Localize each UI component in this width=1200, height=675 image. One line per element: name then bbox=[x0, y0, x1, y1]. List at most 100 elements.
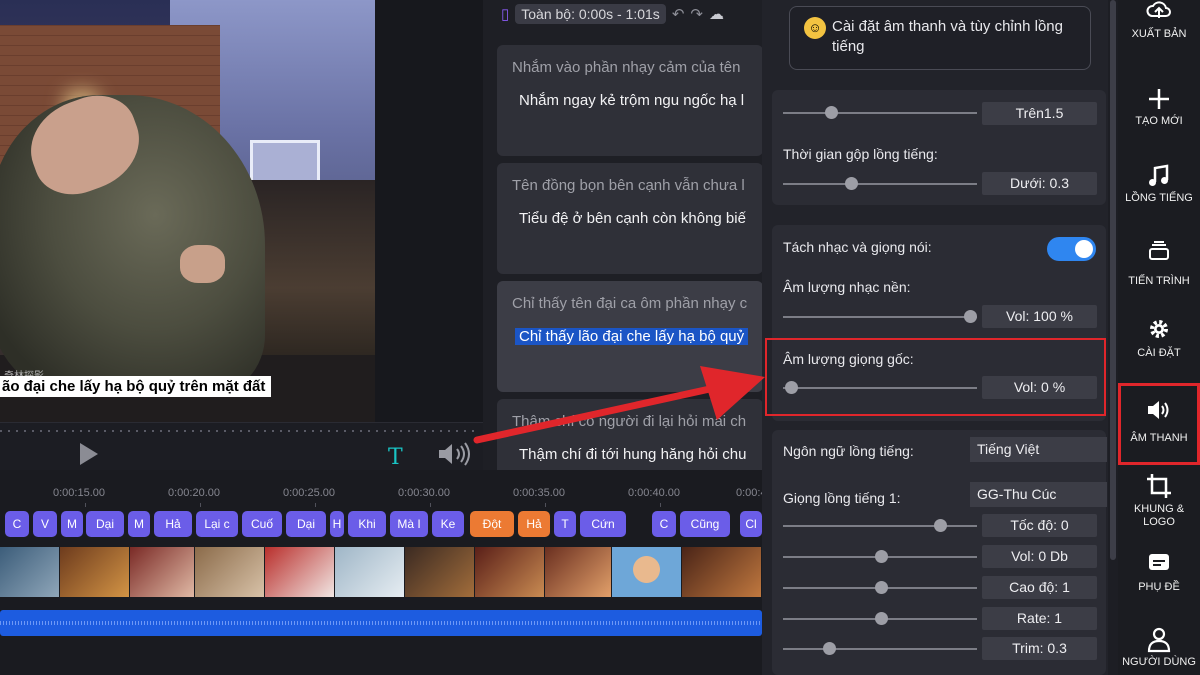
subtitle-clip[interactable]: C bbox=[652, 511, 676, 537]
voice-select[interactable]: GG-Thu Cúc bbox=[970, 482, 1107, 507]
subtitle-clip[interactable]: Lại c bbox=[196, 511, 238, 537]
pitch-value[interactable]: Cao độ: 1 bbox=[982, 576, 1097, 599]
tick-mark bbox=[85, 503, 86, 507]
subtitle-clip[interactable]: H bbox=[330, 511, 344, 537]
panel-scrollbar[interactable] bbox=[1108, 0, 1118, 675]
speaker-icon bbox=[1148, 401, 1169, 419]
audio-track[interactable] bbox=[0, 610, 762, 636]
volume-slider[interactable] bbox=[783, 550, 977, 563]
merge-time-value[interactable]: Dưới: 0.3 bbox=[982, 172, 1097, 195]
scrollbar-thumb[interactable] bbox=[1110, 0, 1116, 560]
slider-knob[interactable] bbox=[964, 310, 977, 323]
subtitle-clip[interactable]: Cl bbox=[740, 511, 762, 537]
trim-value[interactable]: Trim: 0.3 bbox=[982, 637, 1097, 660]
right-nav-rail: XUẤT BẢN TẠO MỚI LỒNG TIẾNG TIẾN TRÌNH C… bbox=[1118, 0, 1200, 675]
dub-language-select[interactable]: Tiếng Việt bbox=[970, 437, 1107, 462]
subtitle-clip[interactable]: Cũng bbox=[680, 511, 730, 537]
timeline-tick: 0:00:15.00 bbox=[53, 487, 105, 499]
rate-slider[interactable] bbox=[783, 612, 977, 625]
separate-toggle[interactable] bbox=[1047, 237, 1096, 261]
speed-slider[interactable] bbox=[783, 519, 977, 532]
video-thumbnail bbox=[130, 547, 195, 597]
nav-settings[interactable]: CÀI ĐẶT bbox=[1118, 315, 1200, 385]
nav-progress[interactable]: TIẾN TRÌNH bbox=[1118, 238, 1200, 308]
video-thumbnail bbox=[195, 547, 265, 597]
dubbing-timing-card: Trên1.5 Thời gian gộp lồng tiếng: Dưới: … bbox=[772, 90, 1106, 205]
timeline-tick: 0:00:20.00 bbox=[168, 487, 220, 499]
voice-settings-card: Ngôn ngữ lồng tiếng: Tiếng Việt Giọng lồ… bbox=[772, 430, 1107, 675]
slider-knob[interactable] bbox=[875, 581, 888, 594]
subtitle-clip-highlighted[interactable]: Hả bbox=[518, 511, 550, 537]
slider-knob[interactable] bbox=[845, 177, 858, 190]
video-thumbnail-track[interactable] bbox=[0, 547, 762, 597]
bg-music-slider[interactable] bbox=[783, 310, 977, 323]
cloud-icon[interactable]: ☁ bbox=[709, 5, 724, 23]
nav-label: CÀI ĐẶT bbox=[1137, 347, 1181, 359]
subtitle-clip[interactable]: Mà I bbox=[390, 511, 428, 537]
nav-frame-logo[interactable]: KHUNG & LOGO bbox=[1118, 470, 1200, 540]
transcript-segment[interactable]: Nhắm vào phần nhạy cảm của tên Nhắm ngay… bbox=[497, 45, 763, 156]
time-range-chip[interactable]: Toàn bộ: 0:00s - 1:01s bbox=[515, 4, 666, 24]
subtitle-clip-highlighted[interactable]: Đột bbox=[470, 511, 514, 537]
subtitle-clip[interactable]: Hả bbox=[154, 511, 192, 537]
subtitle-clip[interactable]: Cứn bbox=[580, 511, 626, 537]
video-thumbnail bbox=[545, 547, 612, 597]
subtitle-clip[interactable]: T bbox=[554, 511, 576, 537]
nav-user[interactable]: NGƯỜI DÙNG bbox=[1118, 622, 1200, 675]
subtitle-clip[interactable]: Khi bbox=[348, 511, 386, 537]
transcript-segment-active[interactable]: Chỉ thấy tên đại ca ôm phần nhạy c Chỉ t… bbox=[497, 281, 763, 392]
subtitle-clip[interactable]: M bbox=[128, 511, 150, 537]
pitch-slider[interactable] bbox=[783, 581, 977, 594]
slider-knob[interactable] bbox=[825, 106, 838, 119]
nav-label: TIẾN TRÌNH bbox=[1128, 275, 1190, 287]
rate-value[interactable]: Rate: 1 bbox=[982, 607, 1097, 630]
speed-limit-value[interactable]: Trên1.5 bbox=[982, 102, 1097, 125]
video-preview[interactable]: 奇林探影 ão đại che lấy hạ bộ quỷ trên mặt đ… bbox=[0, 0, 375, 422]
nav-label: PHỤ ĐỀ bbox=[1138, 581, 1180, 593]
transcript-segment[interactable]: Tên đồng bọn bên cạnh vẫn chưa l Tiểu đệ… bbox=[497, 163, 763, 274]
nav-new[interactable]: TẠO MỚI bbox=[1118, 85, 1200, 155]
speed-value[interactable]: Tốc độ: 0 bbox=[982, 514, 1097, 537]
nav-dubbing[interactable]: LỒNG TIẾNG bbox=[1118, 162, 1200, 232]
transcript-segment[interactable]: Thậm chí có người đi lại hỏi mãi ch Thậm… bbox=[497, 399, 763, 470]
tick-mark bbox=[545, 503, 546, 507]
video-progress-track[interactable] bbox=[0, 430, 480, 432]
subtitle-clip[interactable]: C bbox=[5, 511, 29, 537]
subtitle-clip[interactable]: Dại bbox=[86, 511, 124, 537]
subtitle-clip[interactable]: Ke bbox=[432, 511, 464, 537]
volume-value[interactable]: Vol: 0 Db bbox=[982, 545, 1097, 568]
play-icon[interactable] bbox=[80, 443, 98, 465]
subtitle-clip[interactable]: Cuố bbox=[242, 511, 282, 537]
slider-knob[interactable] bbox=[875, 550, 888, 563]
speed-limit-slider[interactable] bbox=[783, 106, 977, 119]
segment-source: Thậm chí có người đi lại hỏi mãi ch bbox=[512, 413, 747, 430]
merge-time-slider[interactable] bbox=[783, 177, 977, 190]
nav-publish[interactable]: XUẤT BẢN bbox=[1118, 0, 1200, 70]
nav-audio-active[interactable]: ÂM THANH bbox=[1118, 383, 1200, 465]
slider-knob[interactable] bbox=[875, 612, 888, 625]
timeline-tick: 0:00:40.00 bbox=[628, 487, 680, 499]
tick-mark bbox=[660, 503, 661, 507]
tick-mark bbox=[430, 503, 431, 507]
volume-icon[interactable] bbox=[437, 441, 473, 467]
segment-translation[interactable]: Nhắm ngay kẻ trộm ngu ngốc hạ l bbox=[519, 92, 744, 109]
text-tool-icon[interactable]: T bbox=[388, 445, 403, 470]
nav-label: ÂM THANH bbox=[1130, 432, 1188, 444]
segment-translation[interactable]: Thậm chí đi tới hung hăng hỏi chu bbox=[519, 446, 746, 463]
nav-subtitles[interactable]: PHỤ ĐỀ bbox=[1118, 548, 1200, 618]
toggle-knob bbox=[1075, 240, 1093, 258]
subtitle-clip[interactable]: Dại bbox=[286, 511, 326, 537]
dub-language-label: Ngôn ngữ lồng tiếng: bbox=[783, 443, 914, 459]
subtitle-clip[interactable]: V bbox=[33, 511, 57, 537]
segment-translation-selected[interactable]: Chỉ thấy lão đại che lấy hạ bộ quỷ bbox=[515, 328, 749, 345]
slider-knob[interactable] bbox=[823, 642, 836, 655]
subtitle-clip[interactable]: M bbox=[61, 511, 83, 537]
trim-slider[interactable] bbox=[783, 642, 977, 655]
slider-knob[interactable] bbox=[934, 519, 947, 532]
redo-icon[interactable]: ↷ bbox=[690, 5, 703, 23]
video-thumbnail bbox=[682, 547, 762, 597]
separate-label: Tách nhạc và giọng nói: bbox=[783, 239, 932, 255]
segment-translation[interactable]: Tiểu đệ ở bên cạnh còn không biế bbox=[519, 210, 746, 227]
undo-icon[interactable]: ↶ bbox=[672, 5, 685, 23]
bg-music-value[interactable]: Vol: 100 % bbox=[982, 305, 1097, 328]
